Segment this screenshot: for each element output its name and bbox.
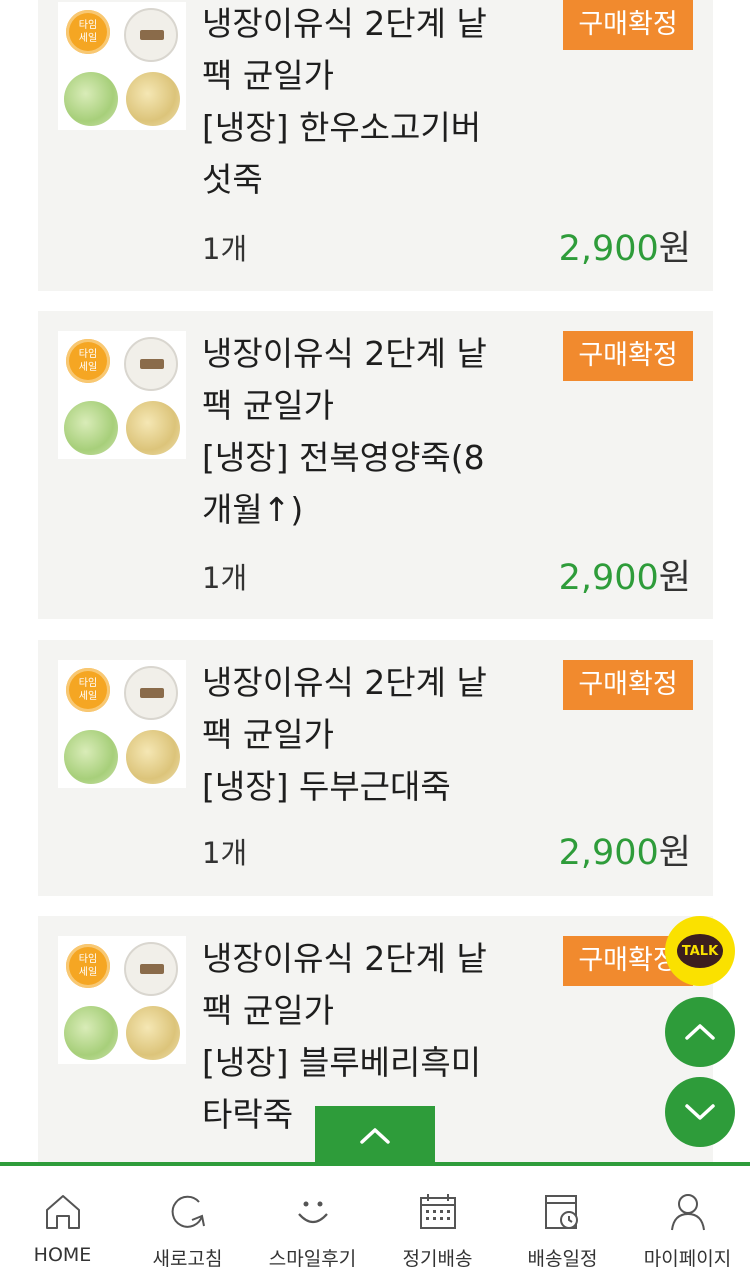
product-title[interactable]: 냉장이유식 2단계 낱 팩 균일가 [냉장] 전복영양죽(8 개월↑)	[202, 328, 532, 536]
refresh-icon	[171, 1195, 205, 1228]
smile-icon	[297, 1201, 328, 1224]
time-sale-badge: 타임 세일	[66, 10, 110, 54]
porridge-yellow-image	[126, 1006, 180, 1060]
delivery-schedule-icon	[544, 1195, 578, 1229]
price: 2,900원	[558, 833, 691, 873]
scroll-down-button[interactable]	[665, 1077, 735, 1147]
product-title[interactable]: 냉장이유식 2단계 낱 팩 균일가 [냉장] 한우소고기버 섯죽	[202, 0, 532, 206]
purchase-confirmed-badge: 구매확정	[563, 660, 693, 710]
time-sale-badge: 타임 세일	[66, 944, 110, 988]
porridge-green-image	[64, 401, 118, 455]
order-card[interactable]: 타임 세일 냉장이유식 2단계 낱 팩 균일가 [냉장] 전복영양죽(8 개월↑)…	[38, 311, 713, 619]
porridge-yellow-image	[126, 72, 180, 126]
product-package-image	[124, 666, 178, 720]
time-sale-badge: 타임 세일	[66, 339, 110, 383]
porridge-green-image	[64, 1006, 118, 1060]
bottom-navigation: HOME 새로고침 스마일후기 정기배송 배송일정 마이페이지	[0, 1162, 750, 1286]
nav-refresh[interactable]: 새로고침	[125, 1166, 250, 1286]
chevron-down-icon	[685, 1104, 715, 1120]
time-sale-badge: 타임 세일	[66, 668, 110, 712]
kakao-talk-button[interactable]: TALK	[665, 916, 735, 986]
chevron-up-icon	[685, 1024, 715, 1040]
order-card[interactable]: 타임 세일 냉장이유식 2단계 낱 팩 균일가 [냉장] 두부근대죽 구매확정 1…	[38, 640, 713, 896]
nav-mypage[interactable]: 마이페이지	[625, 1166, 750, 1286]
quantity: 1개	[202, 836, 248, 870]
home-icon	[45, 1195, 80, 1229]
scroll-top-tab[interactable]	[315, 1106, 435, 1166]
product-title[interactable]: 냉장이유식 2단계 낱 팩 균일가 [냉장] 두부근대죽	[202, 657, 532, 813]
porridge-green-image	[64, 730, 118, 784]
product-thumbnail[interactable]: 타임 세일	[58, 660, 186, 788]
product-package-image	[124, 942, 178, 996]
porridge-yellow-image	[126, 730, 180, 784]
purchase-confirmed-badge: 구매확정	[563, 0, 693, 50]
product-thumbnail[interactable]: 타임 세일	[58, 331, 186, 459]
nav-home[interactable]: HOME	[0, 1166, 125, 1286]
nav-smile-review[interactable]: 스마일후기	[250, 1166, 375, 1286]
price: 2,900원	[558, 229, 691, 269]
calendar-icon	[419, 1194, 456, 1229]
quantity: 1개	[202, 561, 248, 595]
product-package-image	[124, 8, 178, 62]
scroll-up-button[interactable]	[665, 997, 735, 1067]
product-package-image	[124, 337, 178, 391]
price: 2,900원	[558, 558, 691, 598]
talk-bubble-icon: TALK	[677, 934, 723, 968]
purchase-confirmed-badge: 구매확정	[563, 331, 693, 381]
chevron-up-icon	[360, 1128, 390, 1144]
porridge-yellow-image	[126, 401, 180, 455]
quantity: 1개	[202, 232, 248, 266]
order-card[interactable]: 타임 세일 냉장이유식 2단계 낱 팩 균일가 [냉장] 한우소고기버 섯죽 구매…	[38, 0, 713, 291]
user-icon	[670, 1194, 705, 1231]
product-thumbnail[interactable]: 타임 세일	[58, 2, 186, 130]
porridge-green-image	[64, 72, 118, 126]
product-thumbnail[interactable]: 타임 세일	[58, 936, 186, 1064]
nav-subscription[interactable]: 정기배송	[375, 1166, 500, 1286]
nav-delivery-schedule[interactable]: 배송일정	[500, 1166, 625, 1286]
